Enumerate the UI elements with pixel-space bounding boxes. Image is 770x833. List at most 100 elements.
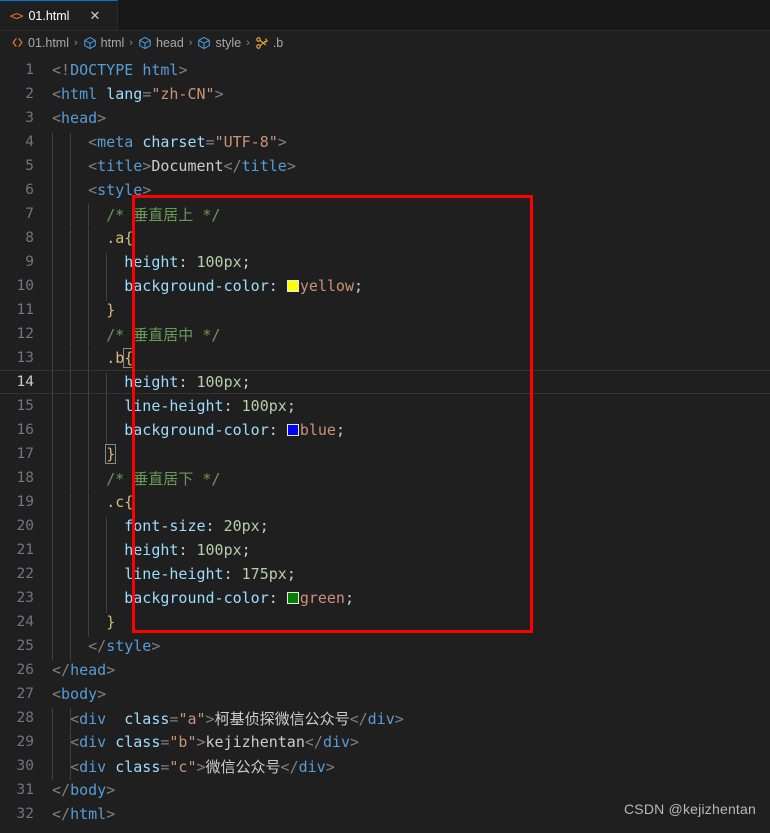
- code-token: 100px: [196, 373, 242, 391]
- breadcrumb-item-style[interactable]: style: [197, 36, 241, 50]
- code-token: background-color: [124, 277, 269, 295]
- code-line-content: .c{: [52, 493, 770, 517]
- code-line[interactable]: 3 <head>: [0, 106, 770, 130]
- code-line-content: <title>Document</title>: [52, 157, 770, 181]
- color-swatch-icon[interactable]: [286, 280, 299, 292]
- code-line-content: /* 垂直居上 */: [52, 203, 770, 228]
- line-number: 24: [16, 614, 34, 630]
- breadcrumb-label: html: [100, 35, 125, 50]
- code-line-content: /* 垂直居中 */: [52, 323, 770, 348]
- code-token: .b: [106, 349, 125, 367]
- code-line-content: .b{: [52, 348, 770, 373]
- code-token: div: [79, 709, 107, 728]
- line-number: 31: [16, 782, 34, 798]
- breadcrumb-item-html[interactable]: html: [83, 35, 125, 50]
- code-line[interactable]: 24 }: [0, 610, 770, 637]
- code-token: >: [196, 733, 206, 751]
- breadcrumb-item-head[interactable]: head: [138, 36, 184, 50]
- editor-tab-01-html[interactable]: <> 01.html ✕: [0, 0, 118, 30]
- code-editor[interactable]: 1 <!DOCTYPE html> 2 <html lang="zh-CN"> 3 <he…: [0, 54, 770, 833]
- code-token: <!: [52, 61, 71, 79]
- breadcrumb-label: .b: [272, 35, 284, 50]
- code-line[interactable]: 7 /* 垂直居上 */: [0, 202, 770, 228]
- code-line[interactable]: 2 <html lang="zh-CN">: [0, 82, 770, 106]
- code-line[interactable]: 6 <style>: [0, 178, 770, 205]
- code-token: body: [70, 781, 107, 799]
- code-token: {: [123, 348, 135, 368]
- code-line[interactable]: 31 </body>: [0, 778, 770, 802]
- code-line[interactable]: 1 <!DOCTYPE html>: [0, 58, 770, 82]
- code-line[interactable]: 17 }: [0, 442, 770, 469]
- code-token: background-color: [124, 589, 269, 607]
- code-line[interactable]: 26 </head>: [0, 658, 770, 682]
- code-line[interactable]: 19 .c{: [0, 490, 770, 517]
- color-swatch-icon[interactable]: [286, 424, 299, 436]
- code-line[interactable]: 11 }: [0, 298, 770, 325]
- code-line[interactable]: 15 line-height: 100px;: [0, 394, 770, 421]
- code-line-content: <div class="a">柯基侦探微信公众号</div>: [52, 707, 770, 732]
- code-line[interactable]: 28 <div class="a">柯基侦探微信公众号</div>: [0, 706, 770, 732]
- code-token: ;: [286, 565, 296, 583]
- code-line[interactable]: 20 font-size: 20px;: [0, 514, 770, 541]
- code-line[interactable]: 8 .a{: [0, 226, 770, 253]
- code-token: </: [88, 637, 107, 655]
- code-token: </: [223, 157, 242, 175]
- code-line[interactable]: 23 background-color: green;: [0, 586, 770, 613]
- code-token: ;: [335, 421, 345, 439]
- code-line-content: height: 100px;: [52, 253, 770, 277]
- code-token: ;: [241, 253, 251, 271]
- code-token: "a": [178, 709, 206, 728]
- code-token: style: [106, 637, 152, 655]
- code-line[interactable]: 4 <meta charset="UTF-8">: [0, 130, 770, 157]
- code-line-content: </style>: [52, 637, 770, 661]
- code-line[interactable]: 14 height: 100px;: [0, 370, 770, 397]
- line-number: 25: [16, 638, 34, 654]
- code-line[interactable]: 16 background-color: blue;: [0, 418, 770, 445]
- code-token: ;: [241, 541, 251, 559]
- code-line[interactable]: 21 height: 100px;: [0, 538, 770, 565]
- line-number: 11: [16, 302, 34, 318]
- close-icon[interactable]: ✕: [89, 9, 100, 22]
- symbol-module-icon: [83, 36, 97, 50]
- code-line[interactable]: 22 line-height: 175px;: [0, 562, 770, 589]
- code-line[interactable]: 5 <title>Document</title>: [0, 154, 770, 181]
- code-line[interactable]: 18 /* 垂直居下 */: [0, 466, 770, 492]
- code-token: <: [88, 157, 98, 175]
- code-line[interactable]: 10 background-color: yellow;: [0, 274, 770, 301]
- breadcrumb-item-b[interactable]: .b: [255, 36, 283, 50]
- code-token: */: [193, 205, 221, 224]
- code-token: 垂直居中: [133, 325, 194, 344]
- tab-label: 01.html: [28, 8, 70, 23]
- code-token: meta: [97, 133, 134, 151]
- code-token: title: [97, 157, 143, 175]
- code-token: kejizhentan: [205, 733, 305, 751]
- indent-guide: [70, 707, 72, 732]
- code-line-content: height: 100px;: [52, 541, 770, 565]
- code-token: DOCTYPE: [70, 61, 134, 79]
- code-token: =: [205, 133, 215, 151]
- code-token: =: [142, 85, 152, 103]
- code-token: height: [124, 541, 179, 559]
- code-token: "b": [169, 733, 197, 751]
- code-token: .a: [106, 229, 125, 247]
- code-line[interactable]: 27 <body>: [0, 682, 770, 706]
- code-token: 100px: [241, 397, 287, 415]
- code-line[interactable]: 25 </style>: [0, 634, 770, 661]
- color-swatch-icon[interactable]: [286, 592, 299, 604]
- code-line-content: }: [52, 613, 770, 637]
- code-token: <: [70, 757, 80, 776]
- code-line[interactable]: 30 <div class="c">微信公众号</div>: [0, 754, 770, 780]
- code-line[interactable]: 29 <div class="b">kejizhentan</div>: [0, 730, 770, 757]
- indent-guide: [88, 323, 90, 348]
- line-number: 1: [25, 62, 34, 78]
- breadcrumb-item-01html[interactable]: 01.html: [11, 36, 69, 50]
- code-line[interactable]: 12 /* 垂直居中 */: [0, 322, 770, 348]
- code-line[interactable]: 13 .b{: [0, 346, 770, 373]
- code-line[interactable]: 9 height: 100px;: [0, 250, 770, 277]
- line-number: 20: [16, 518, 34, 534]
